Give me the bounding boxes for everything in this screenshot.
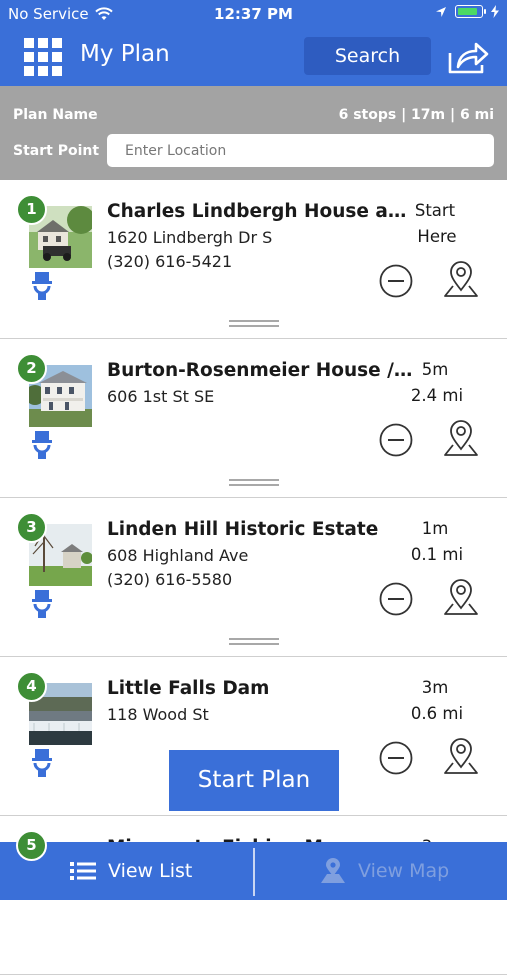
map-marker-icon bbox=[321, 858, 345, 883]
remove-stop-icon[interactable] bbox=[379, 423, 413, 457]
remove-stop-icon[interactable] bbox=[379, 741, 413, 775]
stop-item[interactable]: 2 Burton-Rosenmeier House / Li... 606 1s… bbox=[0, 339, 507, 498]
stop-item[interactable]: 3 Linden Hill Historic Estate 608 Highla… bbox=[0, 498, 507, 657]
stop-phone[interactable]: (320) 616-5580 bbox=[107, 570, 232, 589]
stop-distance: 0.6 mi bbox=[410, 704, 464, 723]
menu-grid-icon[interactable] bbox=[24, 38, 62, 76]
tab-divider bbox=[253, 848, 255, 896]
stop-number-badge: 1 bbox=[16, 194, 47, 225]
stop-time: Start bbox=[414, 201, 456, 220]
map-pin-icon[interactable] bbox=[443, 578, 479, 618]
page-title: My Plan bbox=[80, 41, 170, 67]
stop-address: 606 1st St SE bbox=[107, 387, 215, 406]
guide-person-icon bbox=[32, 431, 52, 459]
tab-view-list[interactable]: View List bbox=[70, 842, 192, 900]
tab-view-map[interactable]: View Map bbox=[320, 842, 449, 900]
map-pin-icon[interactable] bbox=[443, 260, 479, 300]
remove-stop-icon[interactable] bbox=[379, 582, 413, 616]
stop-distance: Here bbox=[417, 227, 457, 246]
stop-name: Charles Lindbergh House and... bbox=[107, 201, 417, 222]
stop-time: 1m bbox=[421, 519, 449, 538]
clock: 12:37 PM bbox=[214, 5, 293, 23]
stop-phone[interactable]: (320) 616-5421 bbox=[107, 252, 232, 271]
start-point-label: Start Point bbox=[13, 143, 100, 159]
nav-bar: My Plan Search bbox=[0, 28, 507, 86]
stop-item[interactable]: 1 Charles Lindbergh House and... 1620 Li… bbox=[0, 180, 507, 339]
stop-number-badge: 3 bbox=[16, 512, 47, 543]
share-icon[interactable] bbox=[446, 39, 490, 75]
bottom-tab-bar: View List View Map bbox=[0, 842, 507, 900]
tab-view-map-label: View Map bbox=[358, 860, 450, 882]
stop-number-badge: 5 bbox=[16, 830, 47, 861]
guide-person-icon bbox=[32, 272, 52, 300]
stop-number-badge: 2 bbox=[16, 353, 47, 384]
remove-stop-icon[interactable] bbox=[379, 264, 413, 298]
plan-summary: 6 stops | 17m | 6 mi bbox=[338, 107, 494, 123]
battery-icon bbox=[455, 5, 486, 18]
stop-time: 3m bbox=[421, 678, 449, 697]
stop-name: Burton-Rosenmeier House / Li... bbox=[107, 360, 417, 381]
stop-name: Linden Hill Historic Estate bbox=[107, 519, 379, 540]
guide-person-icon bbox=[32, 590, 52, 618]
drag-handle[interactable] bbox=[229, 638, 279, 646]
map-pin-icon[interactable] bbox=[443, 419, 479, 459]
stop-address: 608 Highland Ave bbox=[107, 546, 249, 565]
drag-handle[interactable] bbox=[229, 320, 279, 328]
stop-address: 118 Wood St bbox=[107, 705, 209, 724]
map-pin-icon[interactable] bbox=[443, 737, 479, 777]
stop-distance: 0.1 mi bbox=[410, 545, 464, 564]
list-icon bbox=[70, 862, 96, 880]
plan-name-label: Plan Name bbox=[13, 107, 98, 123]
stop-name: Little Falls Dam bbox=[107, 678, 270, 699]
start-location-input[interactable] bbox=[107, 134, 494, 167]
stop-time: 5m bbox=[421, 360, 449, 379]
stop-address: 1620 Lindbergh Dr S bbox=[107, 228, 273, 247]
plan-header: Plan Name 6 stops | 17m | 6 mi Start Poi… bbox=[0, 86, 507, 180]
drag-handle[interactable] bbox=[229, 479, 279, 487]
status-bar: No Service 12:37 PM bbox=[0, 0, 507, 28]
stop-distance: 2.4 mi bbox=[410, 386, 464, 405]
charging-icon bbox=[491, 5, 499, 18]
start-plan-button[interactable]: Start Plan bbox=[169, 750, 339, 811]
tab-view-list-label: View List bbox=[108, 860, 193, 882]
search-button[interactable]: Search bbox=[304, 37, 431, 75]
stop-number-badge: 4 bbox=[16, 671, 47, 702]
status-right bbox=[435, 5, 499, 18]
location-arrow-icon bbox=[436, 6, 446, 17]
guide-person-icon bbox=[32, 749, 52, 777]
